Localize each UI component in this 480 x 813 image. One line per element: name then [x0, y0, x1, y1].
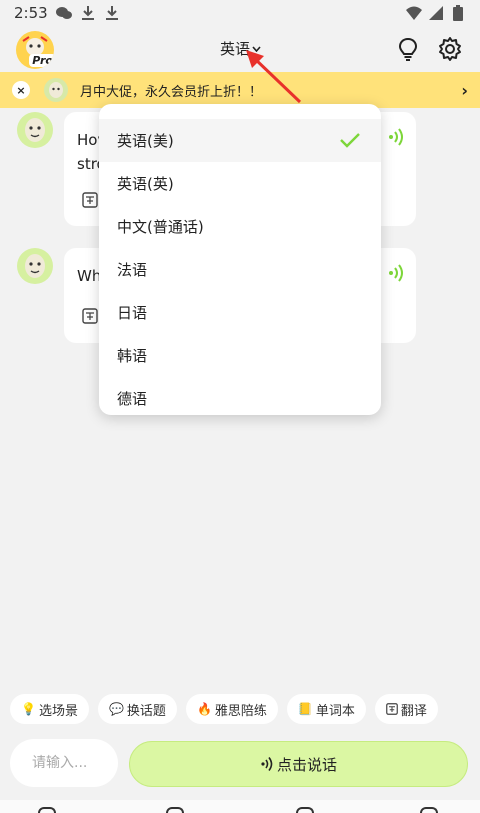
mascot-icon [25, 254, 45, 278]
language-option[interactable]: 中文(普通话) [99, 205, 381, 248]
settings-button[interactable] [437, 36, 463, 62]
speech-bubble-icon: 💬 [108, 702, 124, 716]
mascot-icon [49, 82, 63, 98]
suggestion-chips: 💡 选场景 💬 换话题 🔥 雅思陪练 📒 单词本 翻译 [10, 694, 438, 724]
message-input[interactable] [10, 739, 118, 787]
bot-avatar [17, 112, 53, 148]
chevron-right-icon[interactable]: › [461, 81, 468, 100]
nav-profile-icon[interactable] [420, 807, 438, 813]
checkmark-icon [340, 133, 360, 148]
language-option[interactable]: 德语 [99, 377, 381, 415]
chip-topic[interactable]: 💬 换话题 [97, 694, 177, 724]
download-icon [80, 5, 96, 21]
talk-button-label: 点击说话 [276, 755, 337, 774]
language-option[interactable]: 韩语 [99, 334, 381, 377]
lightbulb-icon [398, 37, 418, 61]
download-icon-2 [104, 5, 120, 21]
promo-text: 月中大促，永久会员折上折！！ [80, 84, 263, 100]
speaker-icon[interactable] [388, 264, 404, 282]
chip-wordbook[interactable]: 📒 单词本 [286, 694, 366, 724]
battery-icon [450, 5, 466, 21]
promo-close-button[interactable]: × [12, 81, 30, 99]
gear-icon [439, 37, 461, 61]
translate-icon[interactable] [82, 308, 98, 324]
language-option[interactable]: 英语(英) [99, 162, 381, 205]
voice-icon [261, 757, 273, 771]
translate-icon[interactable] [82, 192, 98, 208]
message-text: Wh [77, 267, 102, 285]
language-option[interactable]: 法语 [99, 248, 381, 291]
fire-icon: 🔥 [196, 702, 212, 716]
chip-ielts[interactable]: 🔥 雅思陪练 [185, 694, 278, 724]
notebook-icon: 📒 [297, 702, 313, 716]
bot-avatar [17, 248, 53, 284]
speaker-icon[interactable] [388, 128, 404, 146]
nav-home-icon[interactable] [38, 807, 56, 813]
status-bar: 2:53 [0, 0, 480, 26]
annotation-arrow [246, 50, 302, 104]
language-dropdown: 英语(美) 英语(英) 中文(普通话) 法语 日语 韩语 德语 [99, 104, 381, 415]
promo-avatar [44, 78, 68, 102]
chip-translate[interactable]: 翻译 [374, 694, 438, 724]
pro-badge: Pro [29, 54, 54, 67]
lightbulb-button[interactable] [395, 36, 421, 62]
nav-discover-icon[interactable] [296, 807, 314, 813]
talk-button[interactable]: 点击说话 [129, 741, 468, 787]
signal-icon [428, 5, 444, 21]
language-option[interactable]: 英语(美) [99, 119, 381, 162]
chat-notification-icon [55, 5, 72, 21]
status-time: 2:53 [14, 4, 48, 22]
wifi-icon [406, 5, 422, 21]
translate-icon [386, 703, 398, 715]
chip-scene[interactable]: 💡 选场景 [10, 694, 89, 724]
lightbulb-icon: 💡 [21, 702, 36, 716]
language-option[interactable]: 日语 [99, 291, 381, 334]
bottom-navigation [0, 800, 480, 813]
pro-avatar[interactable]: Pro [16, 31, 54, 69]
mascot-icon [25, 118, 45, 142]
nav-add-icon[interactable] [166, 807, 184, 813]
